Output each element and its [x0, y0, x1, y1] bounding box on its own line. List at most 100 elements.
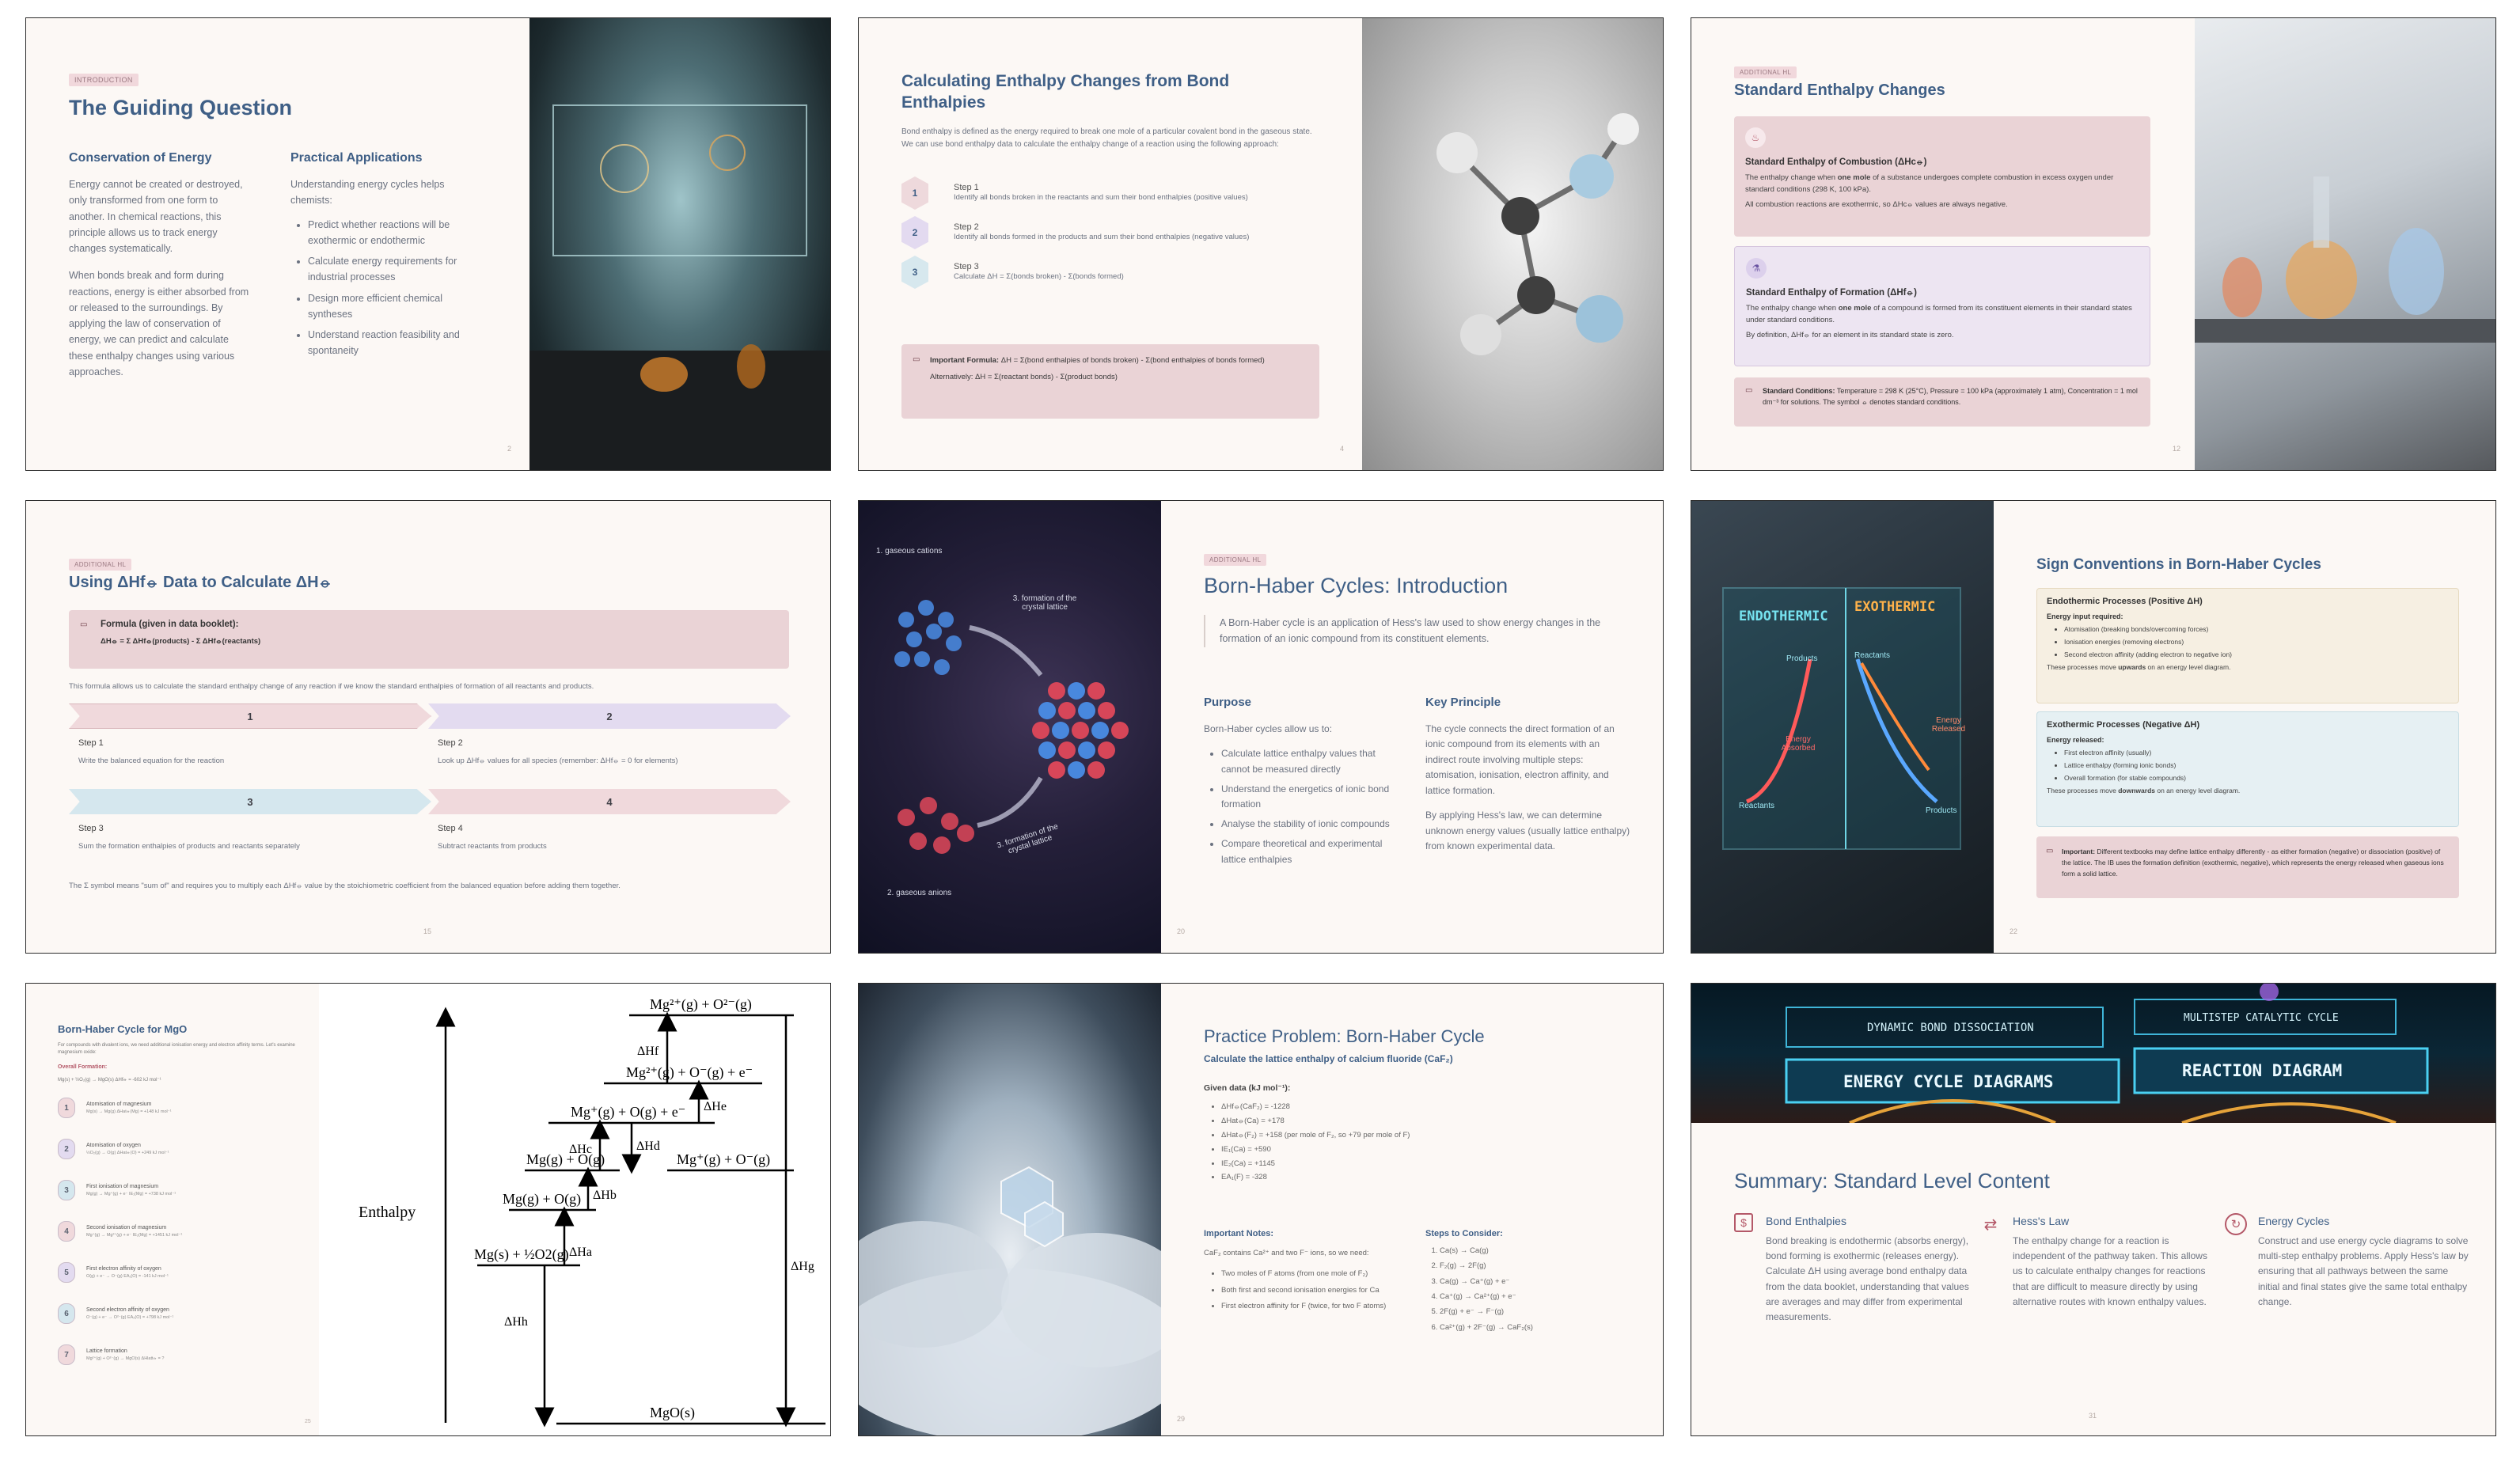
- step-equation: Mg(s) → Mg(g) ΔHat⦵(Mg) = +148 kJ mol⁻¹: [86, 1109, 172, 1114]
- step-equation: O⁻(g) + e⁻ → O²⁻(g) EA₂(O) = +798 kJ mol…: [86, 1315, 174, 1320]
- slide-title: Using ΔHf⦵ Data to Calculate ΔH⦵: [69, 574, 332, 591]
- step-equation: ½O₂(g) → O(g) ΔHat⦵(O) = +249 kJ mol⁻¹: [86, 1150, 169, 1155]
- list-item: Ca(g) → Ca⁺(g) + e⁻: [1440, 1277, 1631, 1287]
- step-heading: First electron affinity of oxygen: [86, 1266, 161, 1272]
- list-item: First electron affinity (usually): [2064, 749, 2449, 758]
- hud-label: REACTION DIAGRAM: [2182, 1061, 2343, 1080]
- formula-box: ▭ Formula (given in data booklet): ΔH⦵ =…: [69, 610, 789, 669]
- text: on an energy level diagram.: [2146, 662, 2231, 671]
- slide-subtitle: Calculate the lattice enthalpy of calciu…: [1204, 1053, 1453, 1064]
- list-item: Analyse the stability of ionic compounds: [1221, 817, 1402, 832]
- level-label: Mg⁺(g) + O⁻(g): [677, 1151, 770, 1168]
- slide-title: Calculating Enthalpy Changes from Bond E…: [901, 72, 1230, 112]
- board-label: Reactants: [1739, 802, 1775, 810]
- text: The enthalpy change when: [1746, 304, 1839, 313]
- note-icon: ▭: [2046, 847, 2054, 855]
- cycle-icon: ↻: [2225, 1213, 2247, 1235]
- list-item: Understand the energetics of ionic bond …: [1221, 782, 1402, 812]
- list-item: Overall formation (for stable compounds): [2064, 774, 2449, 783]
- step-label: Step 1: [954, 182, 979, 192]
- lab-photo: [529, 18, 830, 470]
- slide-tag: ADDITIONAL HL: [1204, 554, 1267, 566]
- formula: ΔH⦵ = Σ ΔHf⦵(products) - Σ ΔHf⦵(reactant…: [101, 637, 261, 646]
- summary-column: ↻ Energy Cycles Construct and use energy…: [2225, 1213, 2470, 1310]
- paragraph: The enthalpy change when one mole of a c…: [1746, 303, 2139, 326]
- list-item: First electron affinity for F (twice, fo…: [1221, 1301, 1402, 1312]
- list-item: Calculate energy requirements for indust…: [308, 253, 488, 286]
- step-arrow: 1: [69, 703, 431, 729]
- exothermic-box: Exothermic Processes (Negative ΔH) Energ…: [2036, 711, 2459, 827]
- column-heading: Purpose: [1204, 696, 1252, 709]
- box-heading: Standard Enthalpy of Formation (ΔHf⦵): [1746, 288, 1917, 298]
- list-item: Atomisation (breaking bonds/overcoming f…: [2064, 625, 2449, 635]
- arrow-label: ΔHg: [791, 1260, 814, 1273]
- list-item: Two moles of F atoms (from one mole of F…: [1221, 1268, 1402, 1280]
- hud-label: DYNAMIC BOND DISSOCIATION: [1867, 1022, 2034, 1034]
- step-badge: 7: [58, 1344, 75, 1365]
- column-heading: Key Principle: [1425, 696, 1501, 709]
- emphasis: one mole: [1837, 173, 1871, 182]
- step-list: 1 Atomisation of magnesium Mg(s) → Mg(g) …: [58, 1098, 279, 1365]
- arrow-label: ΔHc: [569, 1143, 592, 1156]
- step-heading: Atomisation of oxygen: [86, 1142, 141, 1148]
- list-item: ΔHat⦵(F₂) = +158 (per mole of F₂, so +79…: [1221, 1131, 1441, 1140]
- slide-practice-problem[interactable]: Practice Problem: Born-Haber Cycle Calcu…: [858, 983, 1664, 1436]
- slide-standard-enthalpy[interactable]: ADDITIONAL HL Standard Enthalpy Changes …: [1691, 17, 2496, 471]
- slide-summary[interactable]: DYNAMIC BOND DISSOCIATION MULTISTEP CATA…: [1691, 983, 2496, 1436]
- step-badge: 3: [901, 256, 928, 289]
- endothermic-box: Endothermic Processes (Positive ΔH) Ener…: [2036, 588, 2459, 703]
- slide-bond-enthalpies[interactable]: Calculating Enthalpy Changes from Bond E…: [858, 17, 1664, 471]
- image-label: 2. gaseous anions: [887, 889, 952, 897]
- arrow-label: ΔHe: [704, 1100, 727, 1113]
- list-item: IE₂(Ca) = +1145: [1221, 1159, 1441, 1169]
- paragraph: Understanding energy cycles helps chemis…: [290, 179, 445, 207]
- emphasis: upwards: [2118, 662, 2146, 671]
- important-text: Different textbooks may define lattice e…: [2062, 848, 2444, 878]
- receipt-icon: $: [1734, 1213, 1753, 1232]
- step-equation: O(g) + e⁻ → O⁻(g) EA₁(O) = -141 kJ mol⁻¹: [86, 1274, 169, 1279]
- step-equation: Mg²⁺(g) + O²⁻(g) → MgO(s) ΔHlatt⦵ = ?: [86, 1356, 165, 1361]
- list-item: EA₁(F) = -328: [1221, 1173, 1441, 1182]
- board-label: ENDOTHERMIC: [1739, 609, 1828, 624]
- step-text: Sum the formation enthalpies of products…: [78, 842, 300, 851]
- list-item: Ca⁺(g) → Ca²⁺(g) + e⁻: [1440, 1292, 1631, 1302]
- slide-sign-conventions[interactable]: ENDOTHERMIC EXOTHERMIC Products Reactant…: [1691, 500, 2496, 954]
- list-item: Compare theoretical and experimental lat…: [1221, 836, 1402, 867]
- slide-born-haber-intro[interactable]: 1. gaseous cations 3. formation of the c…: [858, 500, 1664, 954]
- notes-list: Two moles of F atoms (from one mole of F…: [1204, 1268, 1402, 1312]
- board-label: Energy Released: [1931, 716, 1966, 734]
- fire-icon: ♨: [1745, 127, 1766, 148]
- definition-box: ⚗ Standard Enthalpy of Formation (ΔHf⦵) …: [1734, 246, 2150, 366]
- given-list: ΔHf⦵(CaF₂) = -1228 ΔHat⦵(Ca) = +178 ΔHat…: [1204, 1102, 1441, 1187]
- list-item: F₂(g) → 2F(g): [1440, 1261, 1631, 1271]
- slide-title: Summary: Standard Level Content: [1734, 1169, 2050, 1193]
- step-arrow: 2: [428, 703, 791, 729]
- bullet-list: Predict whether reactions will be exothe…: [290, 217, 488, 359]
- column-heading: Bond Enthalpies: [1766, 1215, 1846, 1227]
- important-label: Important:: [2062, 848, 2096, 855]
- list-item: ΔHf⦵(CaF₂) = -1228: [1221, 1102, 1441, 1112]
- steps-list: Ca(s) → Ca(g) F₂(g) → 2F(g) Ca(g) → Ca⁺(…: [1425, 1246, 1631, 1333]
- molecule-illustration: [1436, 113, 1639, 355]
- step-label: Step 3: [954, 261, 979, 271]
- quote-block: A Born-Haber cycle is an application of …: [1204, 615, 1631, 647]
- box-heading: Standard Enthalpy of Combustion (ΔHc⦵): [1745, 157, 1927, 167]
- slide-number: 20: [1177, 927, 1186, 935]
- slide-number: 29: [1177, 1415, 1186, 1423]
- board-label: Reactants: [1854, 651, 1891, 660]
- step-row: 6 Second electron affinity of oxygen O⁻(g…: [58, 1303, 279, 1324]
- paragraph: Construct and use energy cycle diagrams …: [2258, 1235, 2469, 1307]
- slide-using-formation-data[interactable]: ADDITIONAL HL Using ΔHf⦵ Data to Calcula…: [25, 500, 831, 954]
- slide-guiding-question[interactable]: INTRODUCTION The Guiding Question Conser…: [25, 17, 831, 471]
- paragraph: Bond enthalpy is defined as the energy r…: [901, 127, 1312, 149]
- step-row: 4 Second ionisation of magnesium Mg⁺(g) →…: [58, 1221, 279, 1242]
- axis-label: Enthalpy: [359, 1204, 416, 1221]
- formula-label: Important Formula:: [930, 356, 1000, 365]
- step-text: Subtract reactants from products: [438, 842, 547, 851]
- list-item: Lattice enthalpy (forming ionic bonds): [2064, 761, 2449, 771]
- lattice-illustration: [894, 600, 1129, 854]
- formula-text: ΔH = Σ(bond enthalpies of bonds broken) …: [1000, 356, 1265, 365]
- arrow-label: ΔHf: [637, 1045, 659, 1058]
- slide-born-haber-mgo[interactable]: Born-Haber Cycle for MgO For compounds w…: [25, 983, 831, 1436]
- overall-heading: Overall Formation:: [58, 1064, 108, 1070]
